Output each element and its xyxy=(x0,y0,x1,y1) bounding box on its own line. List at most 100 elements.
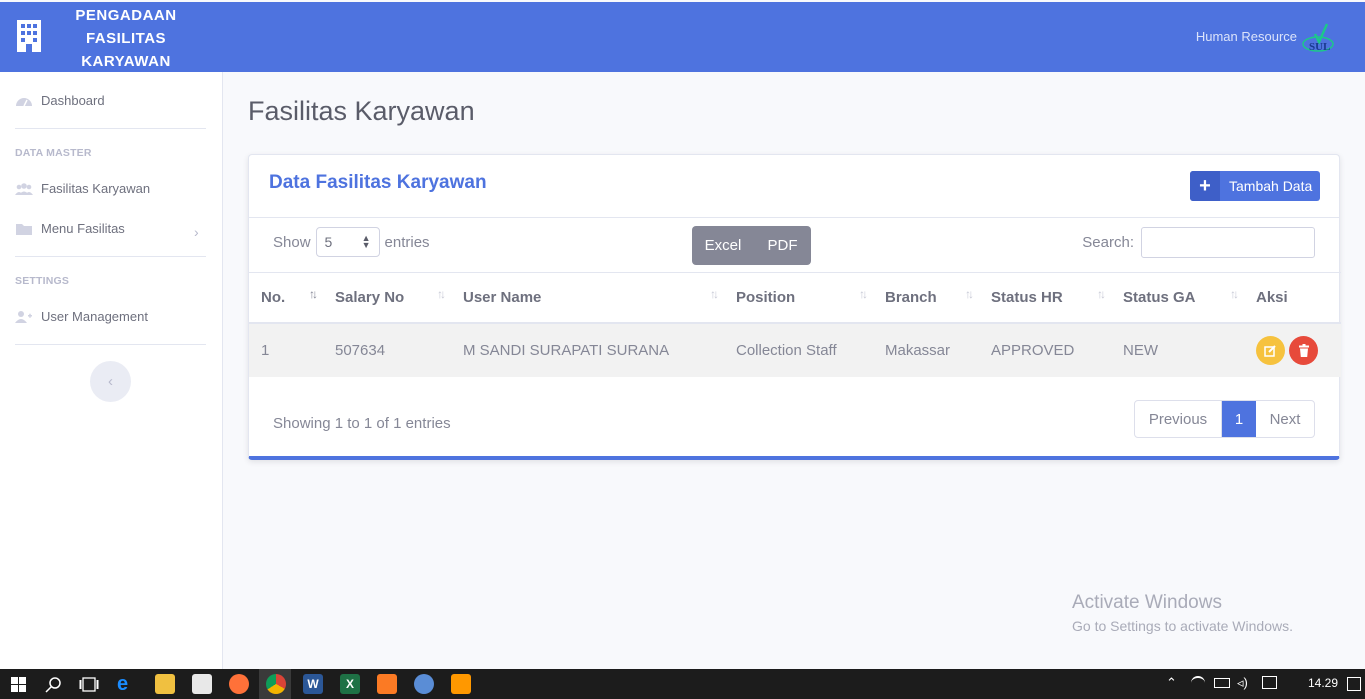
folder-icon xyxy=(16,223,32,235)
chevron-right-icon[interactable]: › xyxy=(194,224,199,240)
next-page-button[interactable]: Next xyxy=(1256,401,1314,437)
sort-icon: ↑↓ xyxy=(710,287,719,301)
data-card: Data Fasilitas Karyawan + Tambah Data Sh… xyxy=(248,154,1341,460)
brand-title[interactable]: PENGADAAN FASILITAS KARYAWAN xyxy=(56,4,196,73)
search-input[interactable] xyxy=(1141,227,1315,258)
cell-no: 1 xyxy=(249,322,323,377)
chevron-left-icon: ‹ xyxy=(108,373,113,390)
topbar: PENGADAAN FASILITAS KARYAWAN Human Resou… xyxy=(0,2,1365,72)
divider xyxy=(15,256,206,257)
card-header: Data Fasilitas Karyawan + Tambah Data xyxy=(249,155,1339,218)
cell-user-name: M SANDI SURAPATI SURANA xyxy=(451,322,724,377)
sidebar: Dashboard DATA MASTER Fasilitas Karyawan… xyxy=(0,72,223,669)
sidebar-toggle-button[interactable]: ‹ xyxy=(90,361,131,402)
activate-windows-watermark: Activate Windows Go to Settings to activ… xyxy=(1072,592,1293,634)
file-explorer-icon[interactable] xyxy=(155,674,175,694)
firefox-icon[interactable] xyxy=(229,674,249,694)
search-icon[interactable] xyxy=(45,676,62,693)
divider xyxy=(15,344,206,345)
column-label: No. xyxy=(261,288,286,306)
windows-taskbar: e W X ⌃ ◃) 14.29 xyxy=(0,669,1365,699)
delete-button[interactable] xyxy=(1289,335,1318,365)
sidebar-item-fasilitas-karyawan[interactable]: Fasilitas Karyawan xyxy=(15,181,150,196)
building-icon xyxy=(17,20,41,52)
company-logo-icon[interactable]: SUL xyxy=(1301,20,1335,54)
column-header-aksi: Aksi xyxy=(1244,272,1341,324)
chevron-up-icon[interactable]: ⌃ xyxy=(1166,675,1177,691)
entries-select[interactable]: 5 ▲ ▼ xyxy=(315,227,380,257)
brand-line-1: PENGADAAN xyxy=(75,7,177,24)
table-info: Showing 1 to 1 of 1 entries xyxy=(273,415,451,432)
select-arrows-icon: ▲ ▼ xyxy=(361,233,371,250)
sort-icon: ↑↓ xyxy=(965,287,974,301)
column-label: Status GA xyxy=(1123,288,1196,306)
column-header-position[interactable]: Position ↑↓ xyxy=(724,272,873,324)
notification-icon[interactable] xyxy=(1347,677,1361,691)
column-label: Position xyxy=(736,288,796,306)
users-icon xyxy=(15,182,33,195)
edge-icon[interactable]: e xyxy=(117,674,137,694)
sidebar-item-dashboard[interactable]: Dashboard xyxy=(15,93,105,108)
table-header-row: No. ↑↓ Salary No ↑↓ User Name ↑↓ Position ↑↓… xyxy=(249,272,1341,324)
sidebar-item-menu-fasilitas[interactable]: Menu Fasilitas xyxy=(15,221,125,236)
column-label: User Name xyxy=(463,288,542,306)
xampp-icon[interactable] xyxy=(377,674,397,694)
brand-line-2: FASILITAS xyxy=(85,30,167,47)
chrome-icon[interactable] xyxy=(266,674,286,694)
column-header-no[interactable]: No. ↑↓ xyxy=(249,272,323,324)
store-icon[interactable] xyxy=(192,674,212,694)
tachometer-icon xyxy=(16,97,32,106)
sort-icon: ↑↓ xyxy=(1097,287,1106,301)
entries-label: entries xyxy=(384,233,430,251)
column-label: Salary No xyxy=(335,288,405,306)
edit-button[interactable] xyxy=(1256,335,1285,365)
task-view-icon[interactable] xyxy=(79,677,99,692)
cell-branch: Makassar xyxy=(873,322,979,377)
cell-actions xyxy=(1244,322,1341,377)
cell-salary-no: 507634 xyxy=(323,322,451,377)
brand-line-3: KARYAWAN xyxy=(81,53,171,70)
search-control: Search: xyxy=(1082,227,1315,258)
previous-page-button[interactable]: Previous xyxy=(1135,401,1222,437)
battery-icon[interactable] xyxy=(1214,678,1230,688)
sidebar-item-label: Menu Fasilitas xyxy=(41,221,125,236)
card-title: Data Fasilitas Karyawan xyxy=(269,172,487,193)
column-label: Status HR xyxy=(991,288,1063,306)
sublime-text-icon[interactable] xyxy=(451,674,471,694)
table-row: 1 507634 M SANDI SURAPATI SURANA Collect… xyxy=(249,322,1341,377)
windows-start-icon[interactable] xyxy=(11,677,26,692)
sidebar-item-label: Dashboard xyxy=(41,93,105,108)
word-icon[interactable]: W xyxy=(303,674,323,694)
network-icon[interactable] xyxy=(1191,676,1205,690)
user-name[interactable]: Human Resource xyxy=(1196,29,1297,44)
sidebar-item-label: User Management xyxy=(41,309,148,324)
column-header-branch[interactable]: Branch ↑↓ xyxy=(873,272,979,324)
column-header-salary-no[interactable]: Salary No ↑↓ xyxy=(323,272,451,324)
cell-status-hr: APPROVED xyxy=(979,322,1111,377)
pdf-button[interactable]: PDF xyxy=(754,226,811,265)
column-label: Branch xyxy=(885,288,937,306)
export-buttons: Excel PDF xyxy=(692,226,811,265)
show-label: Show xyxy=(273,233,311,251)
paint-icon[interactable] xyxy=(414,674,434,694)
page-1-button[interactable]: 1 xyxy=(1222,401,1256,437)
add-data-label: Tambah Data xyxy=(1229,178,1313,194)
column-header-status-hr[interactable]: Status HR ↑↓ xyxy=(979,272,1111,324)
taskbar-clock[interactable]: 14.29 xyxy=(1308,676,1338,690)
language-icon[interactable] xyxy=(1262,676,1277,689)
pagination: Previous 1 Next xyxy=(1134,400,1315,438)
excel-button[interactable]: Excel xyxy=(692,226,754,265)
search-label: Search: xyxy=(1082,234,1134,251)
sidebar-item-user-management[interactable]: User Management xyxy=(15,309,148,324)
column-header-status-ga[interactable]: Status GA ↑↓ xyxy=(1111,272,1244,324)
add-data-button[interactable]: + Tambah Data xyxy=(1190,171,1320,201)
excel-icon[interactable]: X xyxy=(340,674,360,694)
sort-icon: ↑↓ xyxy=(1230,287,1239,301)
watermark-title: Activate Windows xyxy=(1072,592,1222,613)
volume-icon[interactable]: ◃) xyxy=(1237,675,1248,691)
plus-icon: + xyxy=(1190,171,1220,201)
section-heading-settings: SETTINGS xyxy=(15,275,70,287)
column-header-user-name[interactable]: User Name ↑↓ xyxy=(451,272,724,324)
edit-icon xyxy=(1264,344,1276,357)
section-heading-data-master: DATA MASTER xyxy=(15,147,92,159)
